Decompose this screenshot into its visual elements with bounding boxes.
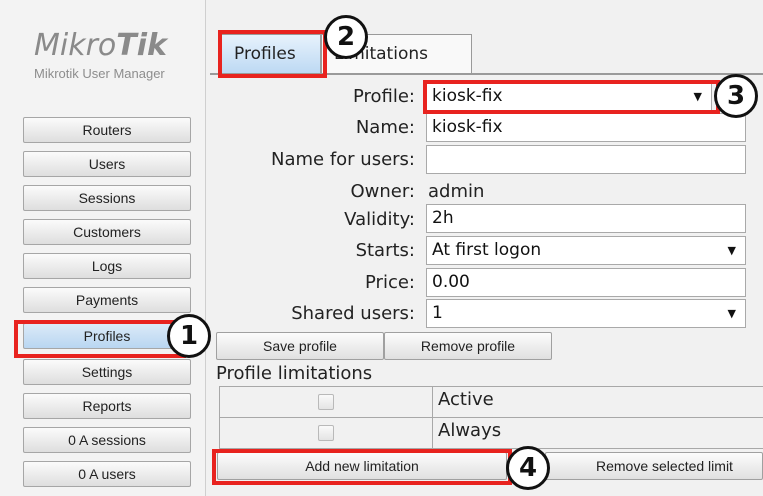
row-check-cell (220, 418, 433, 448)
shared-users-select-value: 1 (432, 303, 443, 323)
checkbox-icon[interactable] (318, 394, 334, 410)
sidebar-item-reports[interactable]: Reports (23, 393, 191, 419)
limitation-label: Active (438, 389, 494, 410)
sidebar-item-payments[interactable]: Payments (23, 287, 191, 313)
validity-field[interactable]: 2h (426, 204, 746, 233)
row-check-cell (220, 387, 433, 417)
limitations-table: Active Always (219, 386, 763, 449)
name-for-users-field[interactable] (426, 145, 746, 174)
starts-select-value: At first logon (432, 240, 542, 260)
checkbox-icon[interactable] (318, 425, 334, 441)
starts-label: Starts: (355, 240, 415, 261)
table-row: Always (220, 418, 763, 449)
triangle-down-icon: ▼ (727, 244, 736, 257)
sidebar-item-sessions[interactable]: Sessions (23, 185, 191, 211)
sidebar-item-settings[interactable]: Settings (23, 359, 191, 385)
callout-badge-1: 1 (167, 314, 211, 358)
highlight-profiles-tab (218, 30, 327, 78)
table-row: Active (220, 387, 763, 418)
owner-label: Owner: (350, 181, 415, 202)
sidebar-item-active-users[interactable]: 0 A users (23, 461, 191, 487)
highlight-profiles-nav (14, 320, 186, 358)
callout-badge-4: 4 (506, 446, 550, 490)
save-profile-button[interactable]: Save profile (216, 332, 384, 360)
shared-users-select[interactable]: 1 ▼ (426, 299, 746, 328)
sidebar-item-routers[interactable]: Routers (23, 117, 191, 143)
profile-label: Profile: (352, 86, 415, 107)
callout-badge-3: 3 (714, 74, 758, 118)
price-field[interactable]: 0.00 (426, 268, 746, 297)
callout-badge-2: 2 (324, 15, 368, 59)
name-for-users-label: Name for users: (271, 149, 415, 170)
price-label: Price: (365, 272, 415, 293)
highlight-profile-select (423, 80, 720, 114)
highlight-add-limitation (212, 449, 512, 485)
sidebar-item-customers[interactable]: Customers (23, 219, 191, 245)
remove-selected-limitation-button[interactable]: Remove selected limit (545, 452, 763, 480)
mikrotik-logo: MikroTik (34, 28, 167, 63)
starts-select[interactable]: At first logon ▼ (426, 236, 746, 265)
user-manager-window: MikroTik Mikrotik User Manager Routers U… (0, 0, 763, 496)
remove-profile-button[interactable]: Remove profile (384, 332, 552, 360)
owner-value: admin (428, 181, 485, 202)
profile-limitations-title: Profile limitations (216, 363, 373, 384)
sidebar-item-users[interactable]: Users (23, 151, 191, 177)
limitation-label: Always (438, 420, 502, 441)
sidebar-item-active-sessions[interactable]: 0 A sessions (23, 427, 191, 453)
name-label: Name: (355, 117, 415, 138)
triangle-down-icon: ▼ (727, 307, 736, 320)
sidebar-item-logs[interactable]: Logs (23, 253, 191, 279)
validity-label: Validity: (344, 209, 415, 230)
sidebar: MikroTik Mikrotik User Manager Routers U… (0, 0, 206, 496)
shared-users-label: Shared users: (291, 303, 415, 324)
logo-subtitle: Mikrotik User Manager (34, 66, 165, 81)
name-field[interactable]: kiosk-fix (426, 113, 746, 142)
